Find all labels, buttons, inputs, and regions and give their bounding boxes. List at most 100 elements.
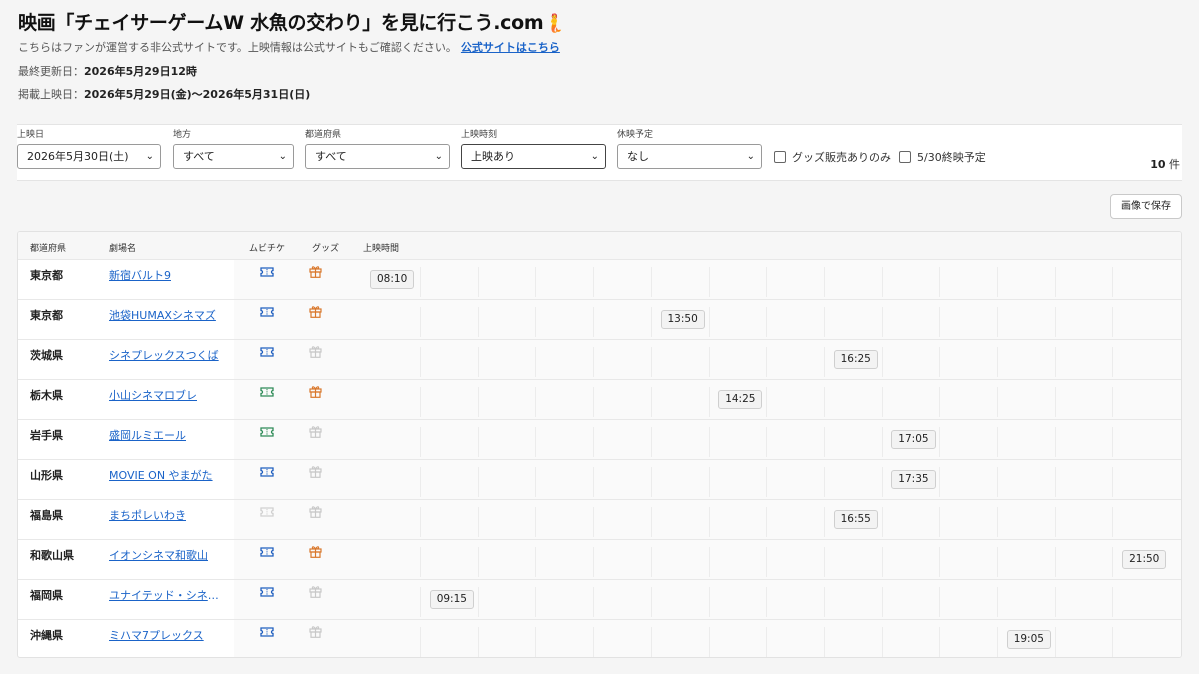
time-slot-divider [766,467,768,497]
notice-text: こちらはファンが運営する非公式サイトです。上映情報は公式サイトもご確認ください。 [18,41,457,54]
time-slot-divider [823,507,825,537]
page-header: 映画「チェイサーゲームW 水魚の交わり」を見に行こう.com🧜 こちらはファンが… [18,10,1178,103]
page-title: 映画「チェイサーゲームW 水魚の交わり」を見に行こう.com🧜 [18,10,1178,36]
time-slot-divider [881,547,883,577]
theater-link[interactable]: まちポレいわき [109,507,186,523]
region-select[interactable]: すべて ⌄ [173,144,294,169]
time-slot-divider [881,387,883,417]
goods-only-checkbox-box[interactable] [774,151,786,163]
time-slot-divider [535,307,537,337]
time-slot-divider [939,347,941,377]
listing-period-label: 掲載上映日： [18,88,84,101]
time-slot-divider [997,547,998,577]
time-slot-divider [823,427,825,457]
time-slot-divider [477,387,479,417]
showtime-badge: 17:35 [891,470,936,489]
theater-link[interactable]: シネプレックスつくば [109,347,219,363]
theater-link[interactable]: MOVIE ON やまがた [109,467,213,483]
region-filter-label: 地方 [173,130,192,140]
time-slot-divider [1054,467,1056,497]
theater-link[interactable]: 池袋HUMAXシネマズ [109,307,216,323]
prefecture-cell: 福島県 [30,509,63,522]
header-goods: グッズ [312,244,340,254]
time-slot-divider [997,347,998,377]
time-slot-divider [593,307,595,337]
prefecture-select-value: すべて [315,150,347,163]
time-slot-divider [939,267,941,297]
showtime-badge: 13:50 [660,310,705,329]
time-slot-divider [535,427,537,457]
table-row: 東京都 新宿バルト9 08:10 [18,260,1181,300]
last-day-checkbox-box[interactable] [899,151,911,163]
theater-link[interactable]: 小山シネマロブレ [109,387,197,403]
time-slot-divider [1112,267,1114,297]
theater-link[interactable]: イオンシネマ和歌山 [109,547,208,563]
official-site-link[interactable]: 公式サイトはこちら [461,41,560,54]
time-slot-divider [823,547,825,577]
prefecture-select[interactable]: すべて ⌄ [305,144,450,169]
time-slot-divider [939,427,941,457]
time-slot-divider [1054,427,1056,457]
time-slot-divider [766,347,768,377]
showtime-badge: 17:05 [891,430,936,449]
theater-link[interactable]: 新宿バルト9 [109,267,171,283]
time-slot-divider [1054,507,1056,537]
save-as-image-button[interactable]: 画像で保存 [1110,194,1182,219]
time-slot-divider [420,427,421,457]
showtime-filter: 上映時刻 上映あり ⌄ [461,129,606,169]
time-slot-divider [939,547,941,577]
showtime-badge: 19:05 [1006,630,1051,649]
chevron-down-icon: ⌄ [278,151,287,162]
time-slot-divider [1112,507,1114,537]
last-updated-value: 2026年5月29日12時 [84,65,197,78]
showtime-select[interactable]: 上映あり ⌄ [461,144,606,169]
ticket-icon [260,547,274,557]
time-slot-divider [881,467,883,497]
header-muvi: ムビチケ [249,244,286,254]
goods-only-checkbox[interactable]: グッズ販売ありのみ [774,151,891,165]
time-slot-divider [593,267,595,297]
time-slot-divider [997,267,998,297]
time-slot-divider [1054,347,1056,377]
time-slot-divider [881,267,883,297]
time-slot-divider [535,267,537,297]
last-day-checkbox[interactable]: 5/30終映予定 [899,151,986,165]
prefecture-cell: 岩手県 [30,429,63,442]
ticket-icon [260,627,274,637]
time-slot-divider [593,467,595,497]
time-slot-divider [881,587,883,617]
time-slot-divider [1112,427,1114,457]
gift-icon [309,386,322,398]
closure-select[interactable]: なし ⌄ [617,144,762,169]
goods-only-label: グッズ販売ありのみ [792,151,891,164]
prefecture-filter-label: 都道府県 [305,130,342,140]
gift-icon [309,466,322,478]
time-slot-divider [997,587,998,617]
last-updated-label: 最終更新日： [18,65,84,78]
prefecture-cell: 栃木県 [30,389,63,402]
time-slot-divider [650,627,652,657]
time-slot-divider [420,267,421,297]
table-row: 東京都 池袋HUMAXシネマズ 13:50 [18,300,1181,340]
gift-icon [309,426,322,438]
time-slot-divider [593,387,595,417]
theater-link[interactable]: ミハマ7プレックス [109,627,204,643]
filter-bar: 上映日 2026年5月30日(土) ⌄ 地方 すべて ⌄ 都道府県 すべて ⌄ 上映時… [17,124,1182,181]
time-slot-divider [650,387,652,417]
theater-link[interactable]: ユナイテッド・シネマ… [109,587,221,603]
header-prefecture: 都道府県 [30,244,67,254]
date-filter: 上映日 2026年5月30日(土) ⌄ [17,129,161,169]
theater-link[interactable]: 盛岡ルミエール [109,427,186,443]
time-slot-divider [420,467,421,497]
time-slot-divider [477,627,479,657]
time-slot-divider [766,627,768,657]
time-slot-divider [650,587,652,617]
time-slot-divider [708,467,710,497]
showtime-badge: 16:55 [833,510,878,529]
prefecture-cell: 東京都 [30,269,63,282]
time-slot-divider [420,307,421,337]
date-select[interactable]: 2026年5月30日(土) ⌄ [17,144,161,169]
time-slot-divider [1054,547,1056,577]
time-slot-divider [535,467,537,497]
time-slot-divider [881,347,883,377]
